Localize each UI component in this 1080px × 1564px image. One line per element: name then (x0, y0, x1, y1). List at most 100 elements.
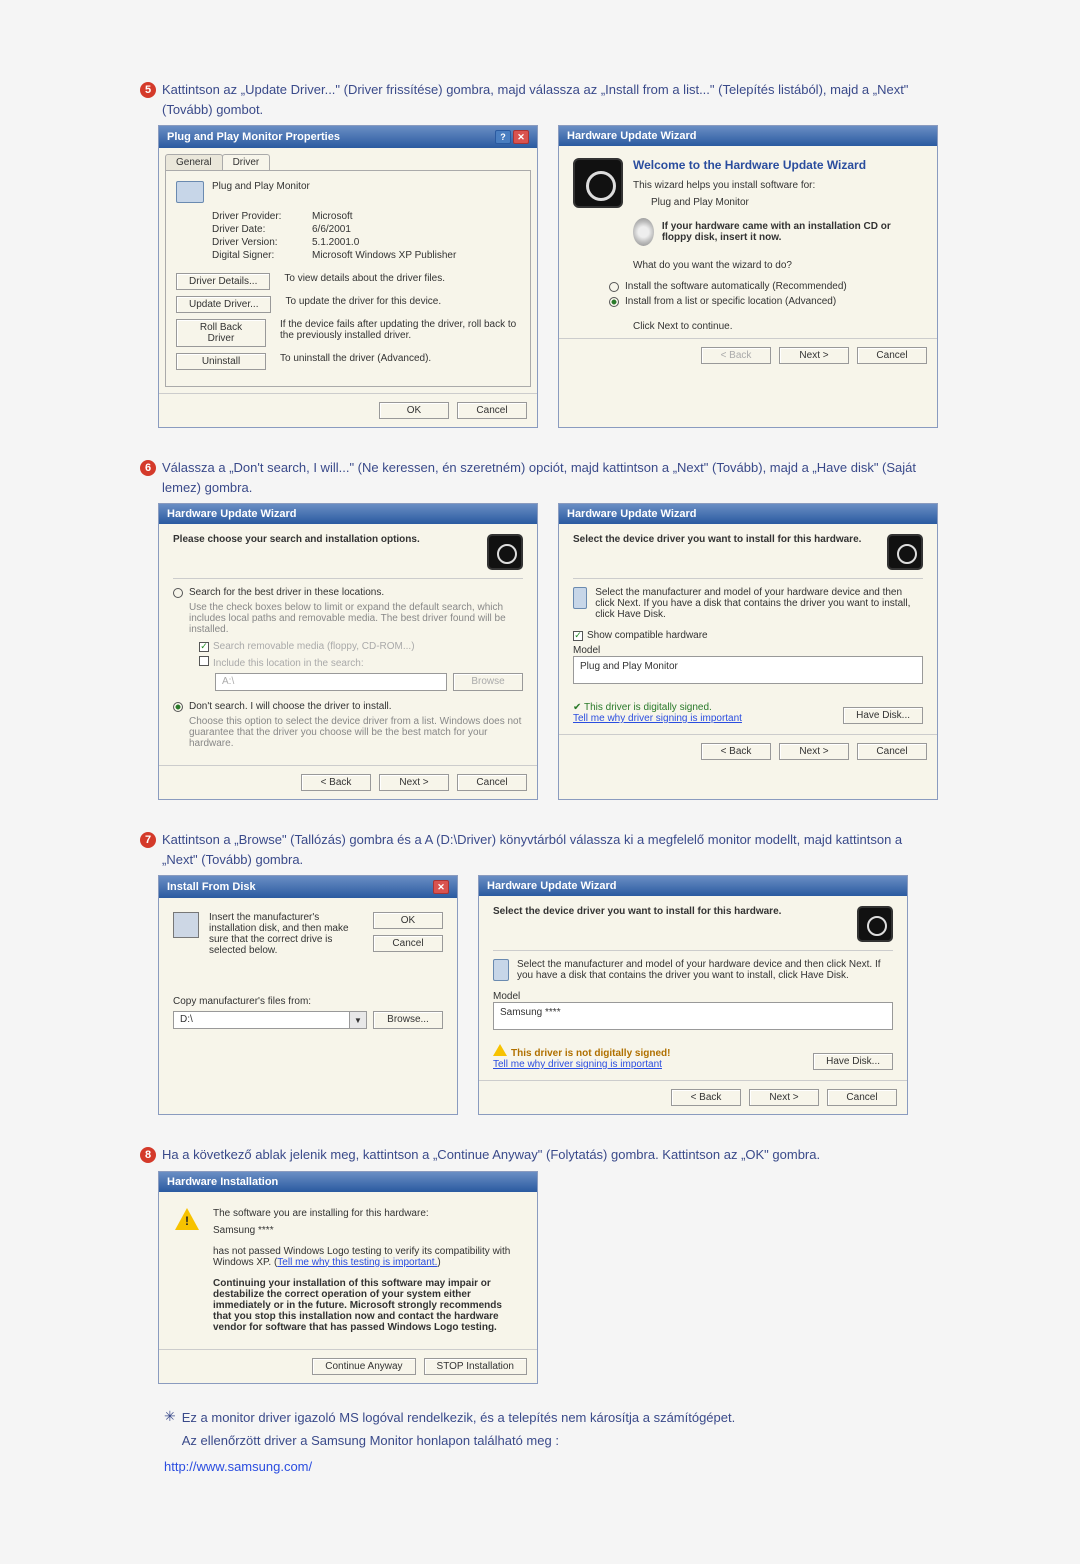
monitor-icon (573, 587, 587, 609)
rollback-button[interactable]: Roll Back Driver (176, 319, 266, 347)
stop-button[interactable]: STOP Installation (424, 1358, 527, 1375)
select-driver-dialog-2: Hardware Update Wizard Select the device… (478, 875, 908, 1115)
back-button[interactable]: < Back (701, 743, 771, 760)
dialog-heading: Please choose your search and installati… (173, 534, 420, 545)
warning-icon (493, 1044, 507, 1056)
wizard-icon (887, 534, 923, 570)
next-button[interactable]: Next > (779, 743, 849, 760)
why-link[interactable]: Tell me why driver signing is important (493, 1059, 670, 1070)
radio-list[interactable] (609, 297, 619, 307)
model-listbox[interactable]: Samsung **** (493, 1002, 893, 1030)
opt-list: Install from a list or specific location… (625, 296, 836, 307)
have-disk-button[interactable]: Have Disk... (843, 707, 923, 724)
path-value[interactable]: D:\ (173, 1011, 350, 1029)
welcome-heading: Welcome to the Hardware Update Wizard (633, 158, 923, 172)
chevron-down-icon[interactable]: ▼ (350, 1011, 367, 1029)
opt-search-desc: Use the check boxes below to limit or ex… (189, 602, 523, 635)
cancel-button[interactable]: Cancel (457, 774, 527, 791)
browse-button[interactable]: Browse... (373, 1011, 443, 1029)
tab-general[interactable]: General (165, 154, 223, 170)
update-wizard-welcome: Hardware Update Wizard Welcome to the Ha… (558, 125, 938, 428)
dialog-title: Hardware Installation (167, 1176, 278, 1188)
provider-value: Microsoft (312, 211, 353, 222)
check-compatible[interactable]: ✓ (573, 631, 583, 641)
opt-search: Search for the best driver in these loca… (189, 587, 384, 598)
step-text: Válassza a „Don't search, I will..." (Ne… (162, 458, 940, 497)
device-name: Plug and Play Monitor (651, 197, 923, 208)
back-button[interactable]: < Back (671, 1089, 741, 1106)
have-disk-button[interactable]: Have Disk... (813, 1053, 893, 1070)
update-driver-button[interactable]: Update Driver... (176, 296, 271, 313)
back-button[interactable]: < Back (301, 774, 371, 791)
step-7: 7 Kattintson a „Browse" (Tallózás) gombr… (140, 830, 940, 1115)
wizard-icon (857, 906, 893, 942)
model-listbox[interactable]: Plug and Play Monitor (573, 656, 923, 684)
model-item[interactable]: Samsung **** (500, 1007, 561, 1018)
uninstall-button[interactable]: Uninstall (176, 353, 266, 370)
version-label: Driver Version: (212, 237, 312, 248)
provider-label: Driver Provider: (212, 211, 312, 222)
monitor-icon (493, 959, 509, 981)
close-icon[interactable]: ✕ (513, 130, 529, 144)
monitor-icon (176, 181, 204, 203)
back-button: < Back (701, 347, 771, 364)
testing-link[interactable]: Tell me why this testing is important. (277, 1257, 437, 1268)
cancel-button[interactable]: Cancel (373, 935, 443, 952)
dialog-title: Hardware Update Wizard (567, 130, 697, 142)
cancel-button[interactable]: Cancel (457, 402, 527, 419)
radio-auto[interactable] (609, 282, 619, 292)
instruction-text: Select the manufacturer and model of you… (595, 587, 923, 620)
dialog-heading: Select the device driver you want to ins… (493, 906, 781, 917)
why-link[interactable]: Tell me why driver signing is important (573, 713, 742, 724)
date-value: 6/6/2001 (312, 224, 351, 235)
help-icon[interactable]: ? (495, 130, 511, 144)
dialog-title: Hardware Update Wizard (487, 880, 617, 892)
browse-button: Browse (453, 673, 523, 691)
dialog-title: Hardware Update Wizard (567, 508, 697, 520)
instruction-text: Insert the manufacturer's installation d… (209, 912, 363, 956)
cd-icon (633, 218, 654, 246)
radio-dont-search[interactable] (173, 702, 183, 712)
wizard-icon (487, 534, 523, 570)
model-label: Model (493, 991, 893, 1002)
footnote: ✳ Ez a monitor driver igazoló MS logóval… (164, 1408, 940, 1455)
radio-search[interactable] (173, 588, 183, 598)
path-input: A:\ (215, 673, 447, 691)
continue-anyway-button[interactable]: Continue Anyway (312, 1358, 415, 1375)
opt-dont-search: Don't search. I will choose the driver t… (189, 701, 392, 712)
opt-auto: Install the software automatically (Reco… (625, 281, 847, 292)
path-dropdown[interactable]: D:\ ▼ (173, 1011, 367, 1029)
samsung-url[interactable]: http://www.samsung.com/ (164, 1459, 312, 1474)
signed-icon: ✔ (573, 702, 581, 713)
dialog-title: Plug and Play Monitor Properties (167, 131, 340, 143)
model-label: Model (573, 645, 923, 656)
question-text: What do you want the wizard to do? (633, 260, 923, 271)
search-options-dialog: Hardware Update Wizard Please choose you… (158, 503, 538, 800)
dialog-title: Hardware Update Wizard (167, 508, 297, 520)
next-button[interactable]: Next > (749, 1089, 819, 1106)
warning-icon (175, 1208, 199, 1230)
cancel-button[interactable]: Cancel (827, 1089, 897, 1106)
details-desc: To view details about the driver files. (284, 273, 445, 284)
cd-note: If your hardware came with an installati… (662, 221, 923, 243)
tab-driver[interactable]: Driver (222, 154, 271, 170)
signed-text: This driver is digitally signed. (584, 702, 712, 713)
close-icon[interactable]: ✕ (433, 880, 449, 894)
ok-button[interactable]: OK (379, 402, 449, 419)
line2: Samsung **** (213, 1225, 521, 1236)
ok-button[interactable]: OK (373, 912, 443, 929)
dialog-heading: Select the device driver you want to ins… (573, 534, 861, 545)
date-label: Driver Date: (212, 224, 312, 235)
next-button[interactable]: Next > (379, 774, 449, 791)
line3: has not passed Windows Logo testing to v… (213, 1246, 521, 1268)
model-item[interactable]: Plug and Play Monitor (580, 661, 678, 672)
next-button[interactable]: Next > (779, 347, 849, 364)
step-number: 6 (140, 460, 156, 476)
update-desc: To update the driver for this device. (285, 296, 441, 307)
compat-label: Show compatible hardware (587, 630, 708, 641)
footnote-line1: Ez a monitor driver igazoló MS logóval r… (182, 1408, 736, 1428)
cancel-button[interactable]: Cancel (857, 743, 927, 760)
driver-details-button[interactable]: Driver Details... (176, 273, 270, 290)
cancel-button[interactable]: Cancel (857, 347, 927, 364)
warning-paragraph: Continuing your installation of this sof… (213, 1278, 521, 1333)
